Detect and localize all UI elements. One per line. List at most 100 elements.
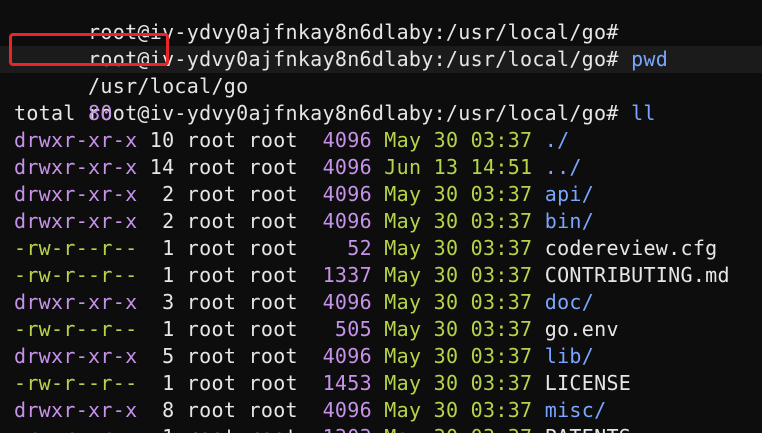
file-size: 4096 [310, 155, 372, 179]
permissions: -rw-r--r-- [14, 371, 138, 395]
file-size: 4096 [310, 344, 372, 368]
command-text: pwd [631, 47, 669, 71]
directory-name: ./ [544, 128, 570, 152]
directory-name: misc/ [544, 398, 607, 422]
permissions: drwxr-xr-x [14, 155, 138, 179]
file-name: CONTRIBUTING.md [544, 263, 730, 287]
modified-date: May 30 03:37 [384, 344, 533, 368]
link-count: 2 [149, 182, 175, 206]
file-name: go.env [544, 317, 619, 341]
link-count: 1 [149, 263, 175, 287]
directory-name: api/ [544, 182, 595, 206]
owner: root [186, 398, 237, 422]
modified-date: May 30 03:37 [384, 236, 533, 260]
modified-date: Jun 13 14:51 [384, 155, 533, 179]
owner: root [186, 290, 237, 314]
clipped-prompt-line: root@iv-ydvy0ajfnkay8n6dlaby:/usr/local/… [14, 0, 762, 44]
listing-row: drwxr-xr-x 5 root root 4096 May 30 03:37… [14, 343, 762, 370]
file-size: 1337 [310, 263, 372, 287]
link-count: 10 [149, 128, 175, 152]
modified-date: May 30 03:37 [384, 128, 533, 152]
permissions: drwxr-xr-x [14, 182, 138, 206]
owner: root [186, 128, 237, 152]
file-size: 52 [310, 236, 372, 260]
group: root [248, 263, 298, 287]
link-count: 3 [149, 290, 175, 314]
link-count: 5 [149, 344, 175, 368]
file-size: 4096 [310, 290, 372, 314]
directory-name: lib/ [544, 344, 595, 368]
group: root [248, 155, 298, 179]
file-name: LICENSE [544, 371, 632, 395]
file-size: 1303 [310, 425, 372, 433]
directory-name: doc/ [544, 290, 595, 314]
owner: root [186, 155, 237, 179]
owner: root [186, 344, 237, 368]
modified-date: May 30 03:37 [384, 371, 533, 395]
group: root [248, 371, 298, 395]
permissions: drwxr-xr-x [14, 128, 138, 152]
owner: root [186, 263, 237, 287]
group: root [248, 182, 298, 206]
listing: drwxr-xr-x 10 root root 4096 May 30 03:3… [14, 127, 762, 433]
file-name: PATENTS [545, 425, 631, 433]
modified-date: May 30 03:37 [384, 317, 533, 341]
listing-row: drwxr-xr-x 2 root root 4096 May 30 03:37… [14, 208, 762, 235]
listing-row: drwxr-xr-x 3 root root 4096 May 30 03:37… [14, 289, 762, 316]
modified-date: May 30 03:37 [384, 263, 533, 287]
listing-row: -rw-r--r-- 1 root root 1303 May 30 03:37… [14, 424, 762, 433]
owner: root [186, 182, 237, 206]
link-count: 14 [149, 155, 175, 179]
listing-row: -rw-r--r-- 1 root root 1337 May 30 03:37… [14, 262, 762, 289]
file-name: codereview.cfg [544, 236, 718, 260]
clipped-prompt: root@iv-ydvy0ajfnkay8n6dlaby:/usr/local/… [88, 20, 619, 44]
group: root [248, 317, 298, 341]
listing-row: drwxr-xr-x 8 root root 4096 May 30 03:37… [14, 397, 762, 424]
listing-row: drwxr-xr-x 10 root root 4096 May 30 03:3… [14, 127, 762, 154]
owner: root [186, 236, 237, 260]
total-value: 80 [88, 101, 113, 125]
owner: root [186, 371, 237, 395]
modified-date: May 30 03:37 [384, 290, 533, 314]
modified-date: May 30 03:37 [384, 182, 533, 206]
owner: root [187, 425, 236, 433]
group: root [248, 209, 298, 233]
directory-name: ../ [544, 155, 582, 179]
permissions: -rw-r--r-- [14, 236, 138, 260]
file-size: 1453 [310, 371, 372, 395]
pwd-output: /usr/local/go [88, 74, 249, 98]
group: root [248, 344, 298, 368]
link-count: 8 [149, 398, 175, 422]
permissions: drwxr-xr-x [14, 344, 138, 368]
group: root [249, 425, 298, 433]
terminal-window[interactable]: root@iv-ydvy0ajfnkay8n6dlaby:/usr/local/… [0, 0, 762, 433]
directory-name: bin/ [544, 209, 595, 233]
permissions: -rw-r--r-- [14, 317, 138, 341]
link-count: 1 [150, 425, 175, 433]
listing-row: -rw-r--r-- 1 root root 505 May 30 03:37 … [14, 316, 762, 343]
link-count: 1 [149, 371, 175, 395]
permissions: -rw-r--r-- [14, 263, 138, 287]
group: root [248, 236, 298, 260]
group: root [248, 290, 298, 314]
permissions: -rw-r--r-- [14, 425, 137, 433]
file-size: 4096 [310, 182, 372, 206]
link-count: 1 [149, 317, 175, 341]
shell-prompt: root@iv-ydvy0ajfnkay8n6dlaby:/usr/local/… [88, 47, 619, 71]
shell-prompt: root@iv-ydvy0ajfnkay8n6dlaby:/usr/local/… [88, 101, 619, 125]
file-size: 4096 [310, 209, 372, 233]
link-count: 2 [149, 209, 175, 233]
total-label: total [14, 101, 89, 125]
owner: root [186, 317, 237, 341]
terminal-output: root@iv-ydvy0ajfnkay8n6dlaby:/usr/local/… [0, 0, 762, 433]
permissions: drwxr-xr-x [14, 209, 138, 233]
listing-row: drwxr-xr-x 14 root root 4096 Jun 13 14:5… [14, 154, 762, 181]
listing-row: drwxr-xr-x 2 root root 4096 May 30 03:37… [14, 181, 762, 208]
permissions: drwxr-xr-x [14, 290, 138, 314]
link-count: 1 [149, 236, 175, 260]
listing-row: -rw-r--r-- 1 root root 52 May 30 03:37 c… [14, 235, 762, 262]
modified-date: May 30 03:37 [384, 209, 533, 233]
command-text: ll [631, 101, 656, 125]
listing-row: -rw-r--r-- 1 root root 1453 May 30 03:37… [14, 370, 762, 397]
permissions: drwxr-xr-x [14, 398, 138, 422]
